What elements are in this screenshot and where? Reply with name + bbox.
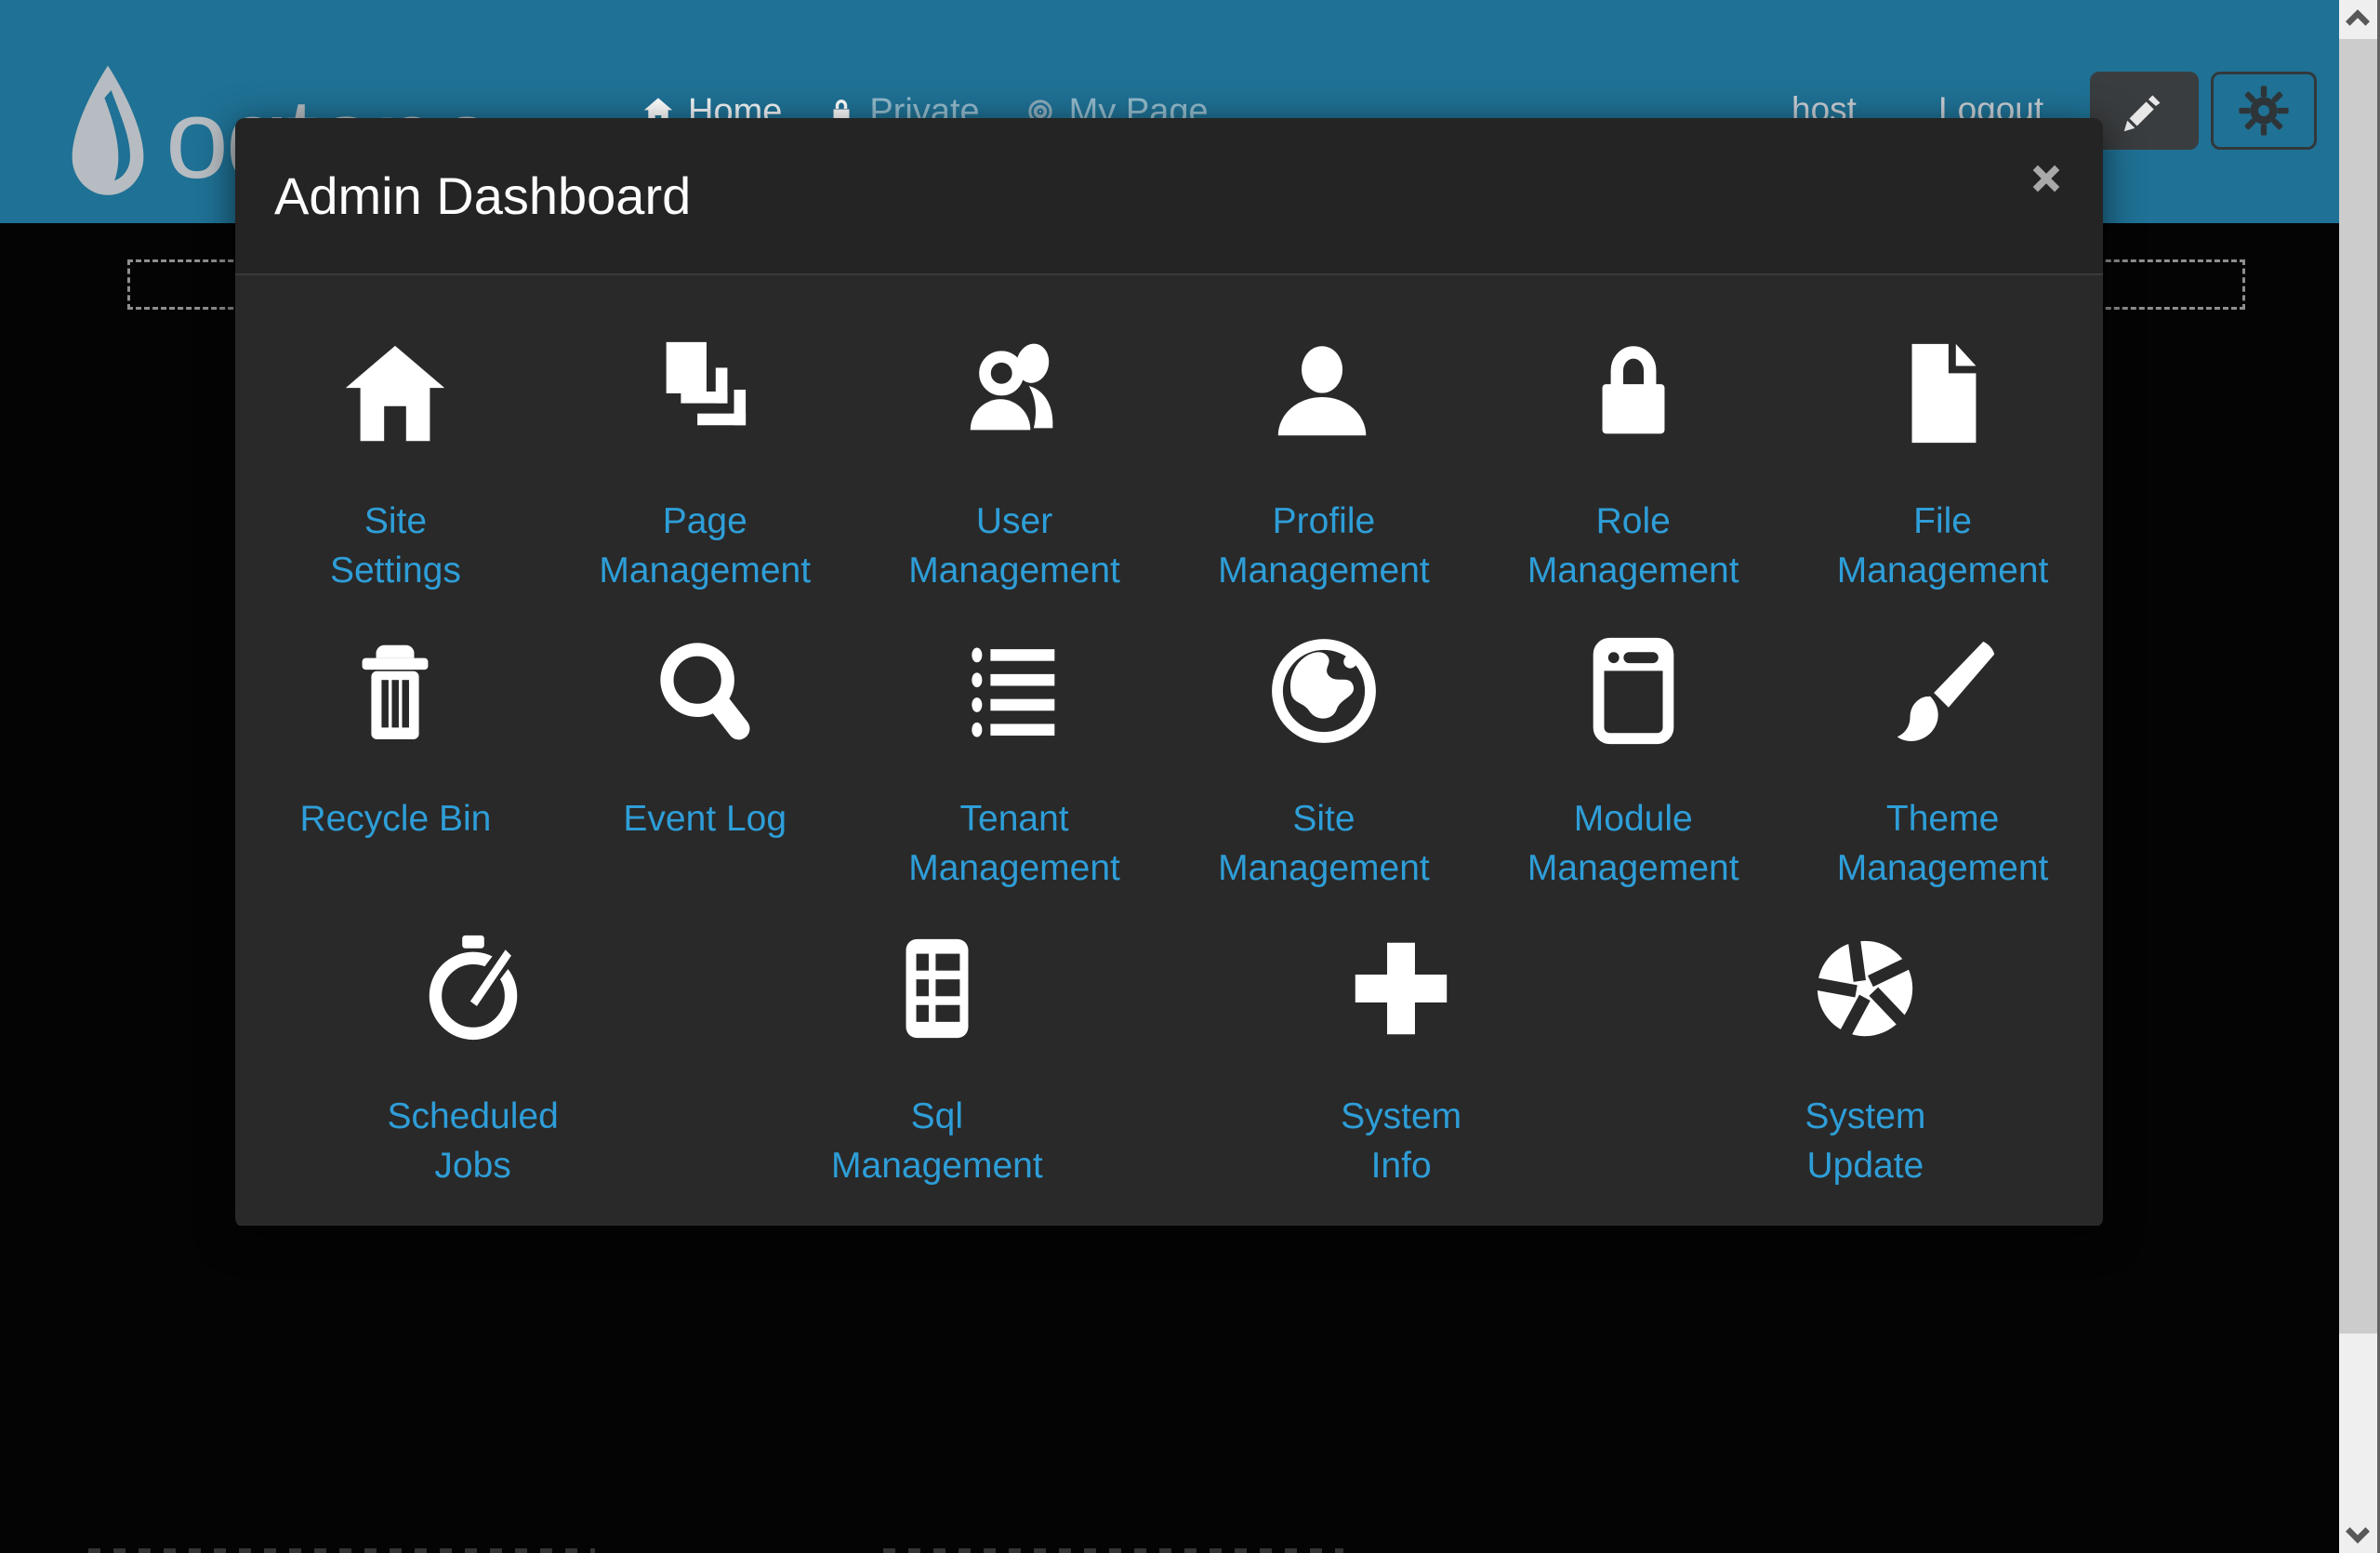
admin-tile-recycle-bin[interactable]: Recycle Bin [241, 630, 550, 893]
admin-tile-user-management[interactable]: UserManagement [860, 333, 1170, 595]
admin-tile-sql-management[interactable]: SqlManagement [705, 928, 1169, 1190]
water-drop-icon [63, 56, 152, 214]
gear-icon [2236, 83, 2292, 139]
spreadsheet-icon [879, 928, 996, 1049]
tile-label: SiteSettings [330, 497, 461, 595]
tile-label: SystemInfo [1341, 1092, 1461, 1190]
tile-label: RoleManagement [1527, 497, 1739, 595]
tile-label: UserManagement [908, 497, 1120, 595]
tile-label: ThemeManagement [1837, 794, 2049, 893]
admin-dashboard-modal: Admin Dashboard SiteSettings PageManagem… [235, 118, 2103, 1228]
admin-tile-event-log[interactable]: Event Log [550, 630, 860, 893]
home-icon [337, 333, 454, 454]
clipped-footer-content [88, 1548, 595, 1553]
tile-label: SiteManagement [1218, 794, 1430, 893]
tile-label: PageManagement [599, 497, 811, 595]
file-icon [1884, 333, 2002, 454]
aperture-icon [1806, 928, 1924, 1049]
timer-icon [415, 928, 532, 1049]
admin-tile-profile-management[interactable]: ProfileManagement [1170, 333, 1479, 595]
tile-row-2: Recycle Bin Event Log TenantManagement S… [241, 630, 2097, 893]
settings-button[interactable] [2211, 72, 2317, 150]
close-icon [2030, 163, 2062, 194]
scroll-down-arrow-icon[interactable] [2344, 1525, 2372, 1546]
modal-body: SiteSettings PageManagement UserManageme… [235, 275, 2103, 1226]
tile-label: ProfileManagement [1218, 497, 1430, 595]
browser-icon [1575, 630, 1692, 751]
tile-label: TenantManagement [908, 794, 1120, 893]
list-icon [956, 630, 1073, 751]
pencil-icon [2116, 82, 2174, 139]
people-icon [956, 333, 1073, 454]
admin-tile-system-update[interactable]: SystemUpdate [1633, 928, 2097, 1190]
admin-tile-role-management[interactable]: RoleManagement [1478, 333, 1788, 595]
admin-tile-theme-management[interactable]: ThemeManagement [1788, 630, 2097, 893]
modal-header: Admin Dashboard [235, 118, 2103, 275]
admin-tile-site-management[interactable]: SiteManagement [1170, 630, 1479, 893]
tile-label: Event Log [623, 794, 787, 843]
scroll-up-arrow-icon[interactable] [2344, 7, 2372, 28]
tile-row-3: ScheduledJobs SqlManagement SystemInfo S… [241, 928, 2097, 1190]
layers-icon [646, 333, 763, 454]
edit-mode-button[interactable] [2090, 72, 2199, 150]
tile-row-1: SiteSettings PageManagement UserManageme… [241, 333, 2097, 595]
scrollbar-track[interactable] [2339, 0, 2377, 1553]
magnifier-icon [646, 630, 763, 751]
admin-tile-module-management[interactable]: ModuleManagement [1478, 630, 1788, 893]
admin-tile-system-info[interactable]: SystemInfo [1170, 928, 1633, 1190]
admin-tile-tenant-management[interactable]: TenantManagement [860, 630, 1170, 893]
tile-label: ModuleManagement [1527, 794, 1739, 893]
globe-icon [1265, 630, 1382, 751]
trash-icon [337, 630, 454, 751]
brush-icon [1884, 630, 2002, 751]
plus-icon [1342, 928, 1460, 1049]
close-button[interactable] [2023, 155, 2069, 202]
modal-title: Admin Dashboard [274, 166, 691, 226]
tile-label: SqlManagement [831, 1092, 1043, 1190]
tile-label: Recycle Bin [299, 794, 491, 843]
tile-label: SystemUpdate [1805, 1092, 1925, 1190]
clipped-footer-content [883, 1548, 1343, 1553]
person-icon [1265, 333, 1382, 454]
admin-tile-scheduled-jobs[interactable]: ScheduledJobs [241, 928, 705, 1190]
scrollbar-thumb[interactable] [2339, 39, 2377, 1334]
tile-label: ScheduledJobs [387, 1092, 558, 1190]
admin-tile-site-settings[interactable]: SiteSettings [241, 333, 550, 595]
lock-icon [1575, 333, 1692, 454]
page: oqtane Home Private My Page host Logout [0, 0, 2380, 1553]
admin-tile-page-management[interactable]: PageManagement [550, 333, 860, 595]
admin-tile-file-management[interactable]: FileManagement [1788, 333, 2097, 595]
tile-label: FileManagement [1837, 497, 2049, 595]
